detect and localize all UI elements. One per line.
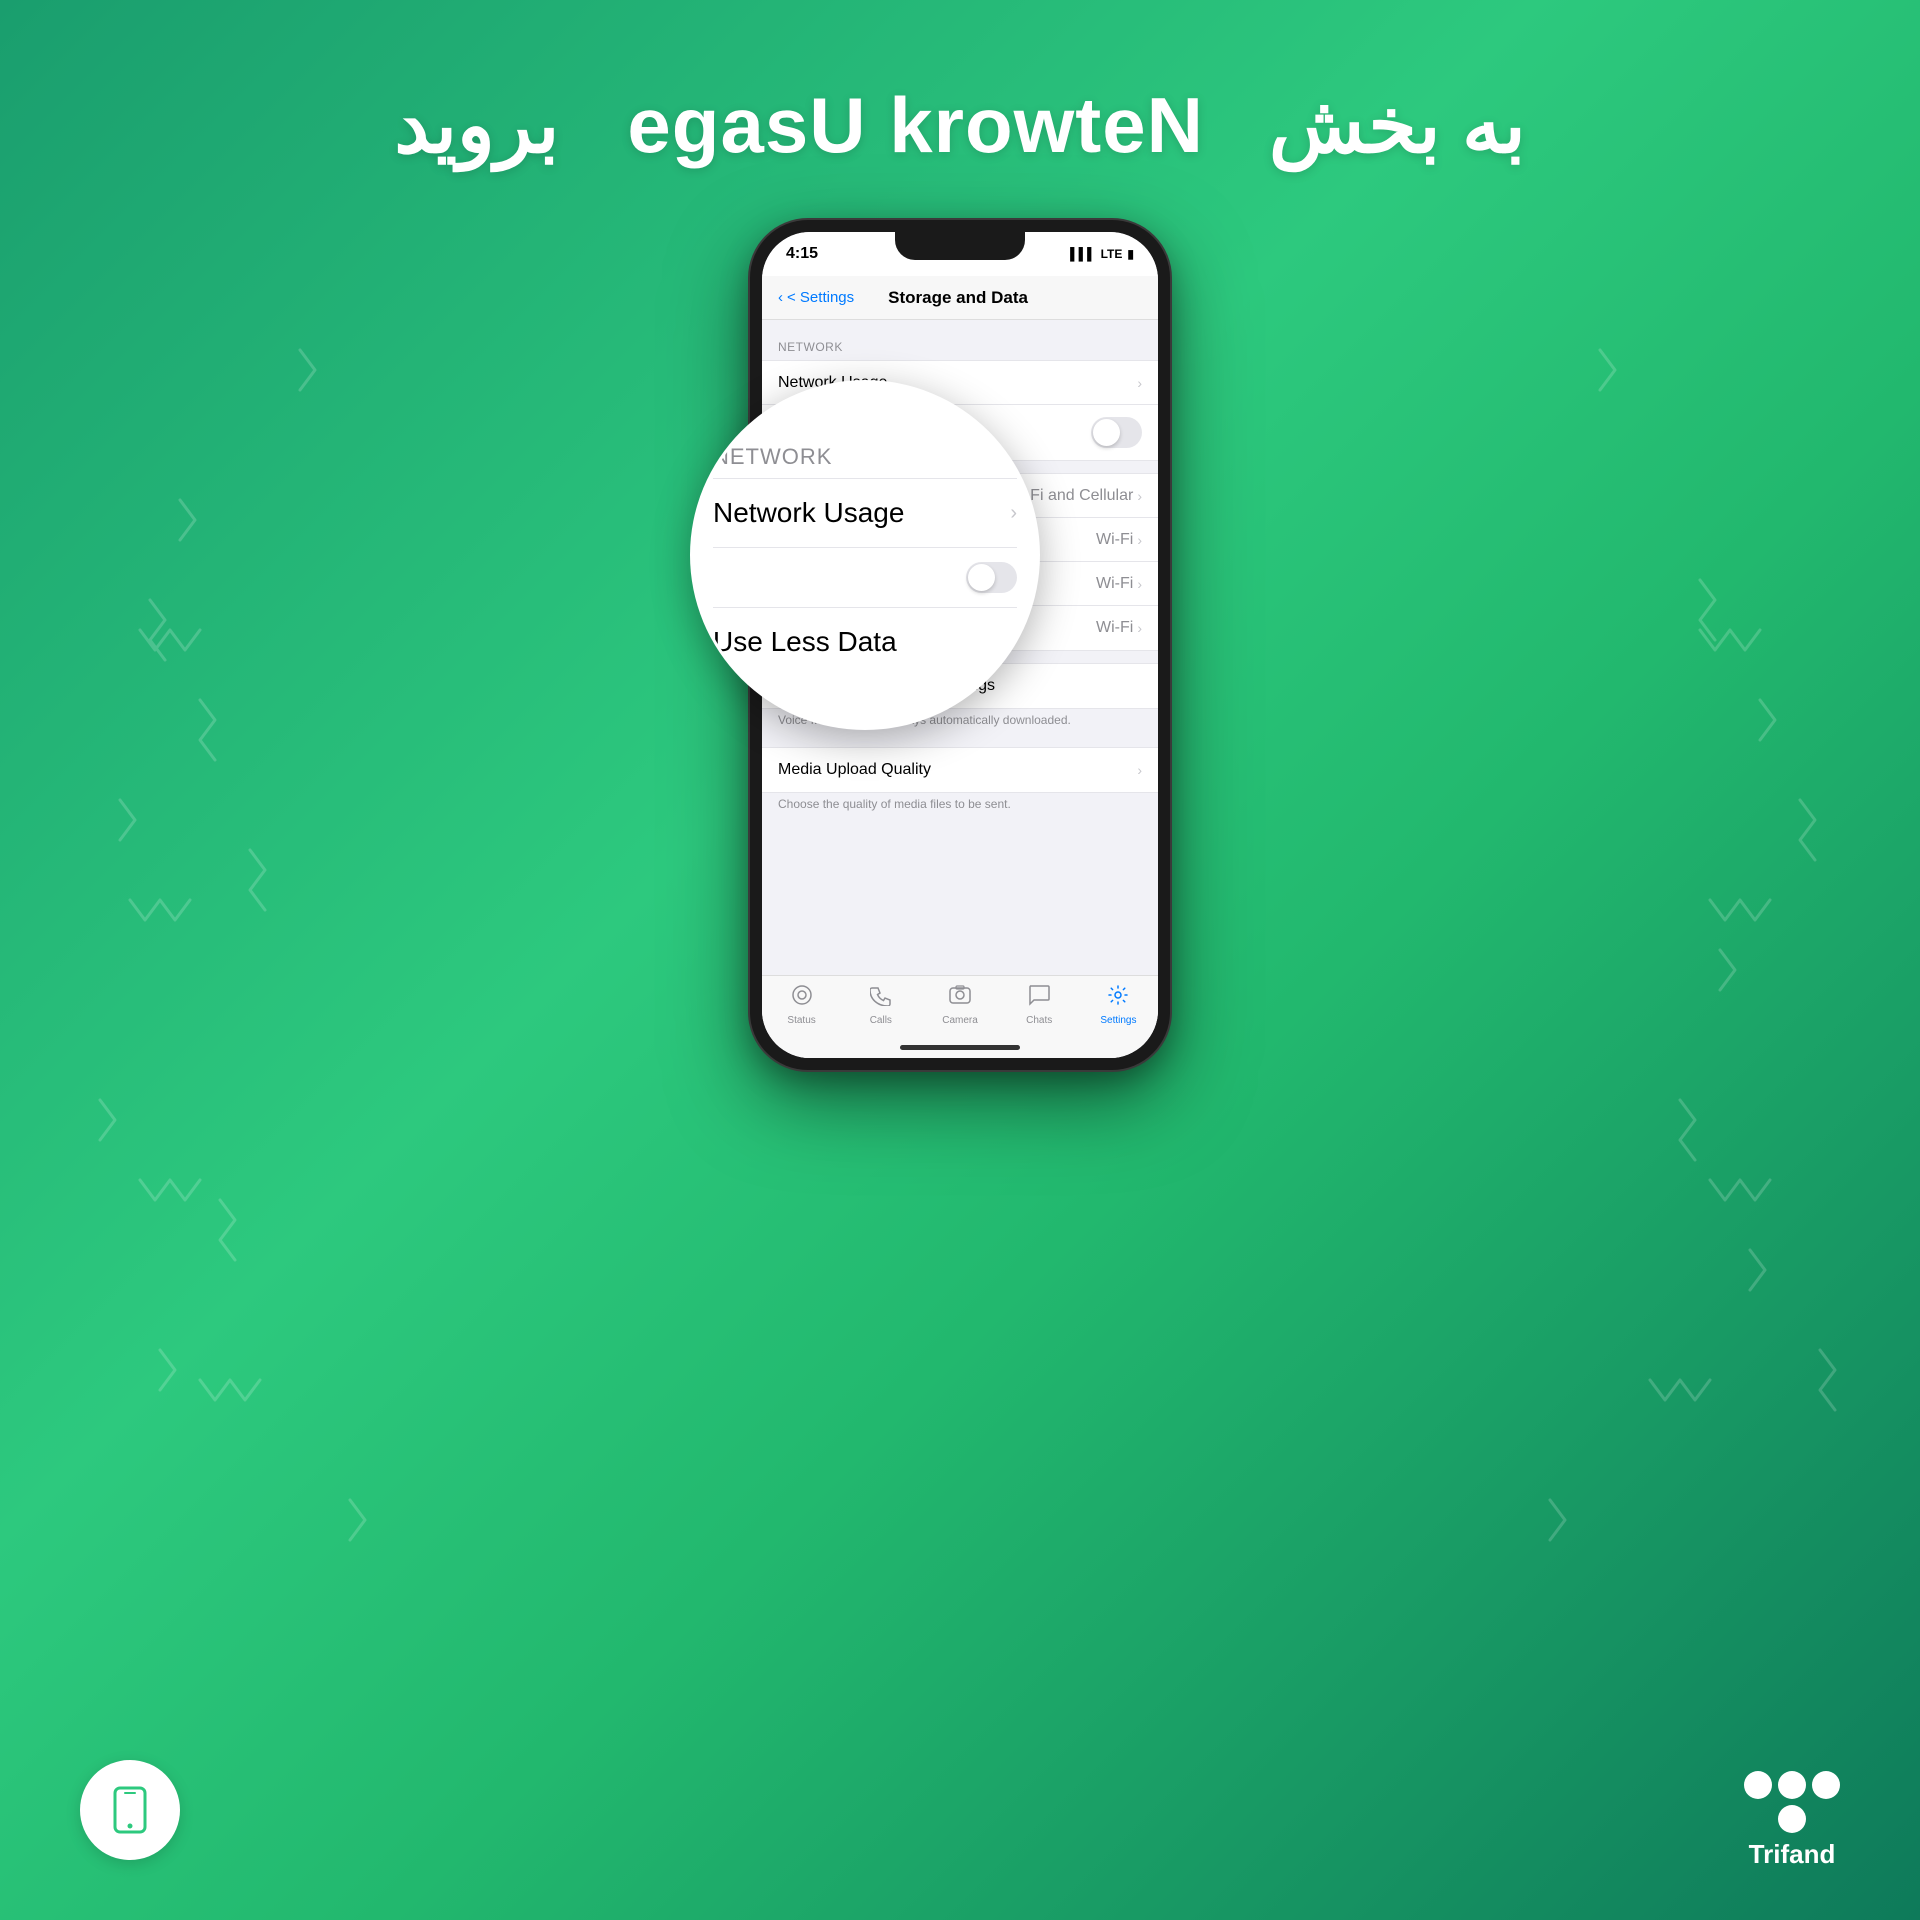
camera-tab-label: Camera xyxy=(942,1015,978,1026)
video-setting: Wi-Fi xyxy=(1096,575,1133,593)
section-gap-3 xyxy=(762,735,1158,747)
magnify-network-usage-row: Network Usage › xyxy=(713,479,1017,548)
battery-icon: ▮ xyxy=(1127,247,1134,261)
status-tab-icon xyxy=(791,984,813,1012)
tab-status[interactable]: Status xyxy=(762,984,841,1026)
use-less-data-toggle[interactable] xyxy=(1091,417,1142,448)
dot-3 xyxy=(1812,1771,1840,1799)
audio-chevron: › xyxy=(1137,532,1142,548)
phone-icon-circle xyxy=(80,1760,180,1860)
nav-title: Storage and Data xyxy=(854,288,1062,308)
toggle-knob xyxy=(1093,419,1120,446)
phone-device: NETWORK Network Usage › Use Less Data 4:… xyxy=(750,220,1170,1070)
home-indicator xyxy=(900,1045,1020,1050)
media-quality-note: Choose the quality of media files to be … xyxy=(762,793,1158,819)
dot-2 xyxy=(1778,1771,1806,1799)
documents-value: Wi-Fi › xyxy=(1096,619,1142,637)
back-label: < Settings xyxy=(787,289,854,306)
magnify-network-usage-label: Network Usage xyxy=(713,497,904,529)
documents-chevron: › xyxy=(1137,620,1142,636)
trifand-dots xyxy=(1744,1771,1840,1833)
magnify-use-less-label: Use Less Data xyxy=(713,608,1017,676)
heading-english: Network Usage xyxy=(627,81,1204,169)
bottom-right-branding: Trifand xyxy=(1744,1771,1840,1870)
dot-6-empty xyxy=(1812,1805,1840,1833)
calls-tab-icon xyxy=(870,984,892,1012)
network-section-header: NETWORK xyxy=(762,320,1158,360)
back-chevron-icon: ‹ xyxy=(778,289,783,306)
dot-5 xyxy=(1778,1805,1806,1833)
media-quality-group: Media Upload Quality › xyxy=(762,747,1158,793)
dot-4-empty xyxy=(1744,1805,1772,1833)
heading-persian-suffix: بروید xyxy=(394,81,559,169)
tab-chats[interactable]: Chats xyxy=(1000,984,1079,1026)
dot-1 xyxy=(1744,1771,1772,1799)
bottom-left-branding xyxy=(80,1760,180,1860)
notch xyxy=(895,232,1025,260)
media-upload-quality-label: Media Upload Quality xyxy=(778,761,931,779)
documents-setting: Wi-Fi xyxy=(1096,619,1133,637)
settings-tab-icon xyxy=(1107,984,1129,1012)
status-icons: ▌▌▌ LTE ▮ xyxy=(1070,247,1134,261)
magnify-toggle-row xyxy=(713,548,1017,608)
chats-tab-label: Chats xyxy=(1026,1015,1052,1026)
wifi-cellular-chevron: › xyxy=(1137,488,1142,504)
audio-value: Wi-Fi › xyxy=(1096,531,1142,549)
media-upload-quality-row[interactable]: Media Upload Quality › xyxy=(762,748,1158,792)
settings-tab-label: Settings xyxy=(1100,1015,1136,1026)
tab-settings[interactable]: Settings xyxy=(1079,984,1158,1026)
magnify-content: NETWORK Network Usage › Use Less Data xyxy=(693,383,1037,727)
camera-tab-icon xyxy=(949,984,971,1012)
back-button[interactable]: ‹ < Settings xyxy=(778,289,854,306)
signal-icon: ▌▌▌ xyxy=(1070,247,1096,261)
tab-camera[interactable]: Camera xyxy=(920,984,999,1026)
network-type: LTE xyxy=(1101,247,1123,261)
media-upload-quality-value: › xyxy=(1137,762,1142,778)
magnify-toggle xyxy=(966,562,1017,593)
heading-persian-prefix: به بخش xyxy=(1269,81,1526,169)
magnify-overlay: NETWORK Network Usage › Use Less Data xyxy=(690,380,1040,730)
main-heading: به بخش Network Usage بروید xyxy=(0,80,1920,171)
network-usage-chevron: › xyxy=(1137,375,1142,391)
video-value: Wi-Fi › xyxy=(1096,575,1142,593)
video-chevron: › xyxy=(1137,576,1142,592)
network-usage-value: › xyxy=(1137,375,1142,391)
status-time: 4:15 xyxy=(786,245,818,263)
trifand-name-label: Trifand xyxy=(1749,1839,1836,1870)
phone-outline-icon xyxy=(105,1785,155,1835)
magnify-toggle-knob xyxy=(968,564,995,591)
audio-setting: Wi-Fi xyxy=(1096,531,1133,549)
magnify-network-chevron: › xyxy=(1010,502,1017,525)
calls-tab-label: Calls xyxy=(870,1015,892,1026)
navigation-bar: ‹ < Settings Storage and Data xyxy=(762,276,1158,320)
status-tab-label: Status xyxy=(787,1015,815,1026)
media-upload-chevron: › xyxy=(1137,762,1142,778)
tab-calls[interactable]: Calls xyxy=(841,984,920,1026)
magnify-section-label: NETWORK xyxy=(713,434,1017,479)
chats-tab-icon xyxy=(1028,984,1050,1012)
trifand-logo: Trifand xyxy=(1744,1771,1840,1870)
